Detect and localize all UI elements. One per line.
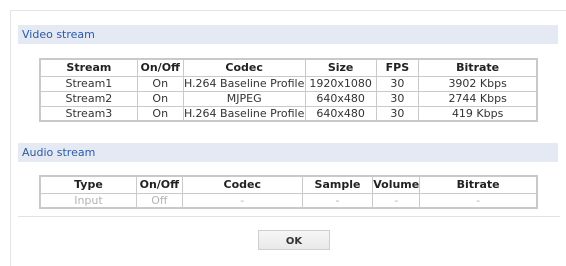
video-stream-header: Video stream: [18, 25, 558, 44]
column-header-volume: Volume: [372, 175, 421, 194]
column-header-type: Type: [39, 175, 137, 194]
cell-volume: -: [372, 192, 421, 208]
table-row: Stream1 On H.264 Baseline Profile 1920x1…: [39, 75, 538, 92]
column-header-fps: FPS: [375, 58, 420, 77]
cell-bitrate: 419 Kbps: [418, 105, 538, 122]
column-header-stream: Stream: [39, 58, 138, 77]
cell-fps: 30: [375, 90, 420, 107]
cell-on-off: On: [136, 90, 184, 107]
column-header-on-off: On/Off: [136, 58, 184, 77]
cell-codec: H.264 Baseline Profile: [182, 105, 306, 122]
audio-stream-table: Type On/Off Codec Sample Volume Bitrate …: [39, 175, 538, 209]
cell-size: 1920x1080: [304, 75, 377, 92]
cell-bitrate: 2744 Kbps: [418, 90, 538, 107]
ok-button[interactable]: OK: [258, 230, 330, 250]
cell-stream: Stream2: [39, 90, 138, 107]
column-header-sample: Sample: [301, 175, 374, 194]
column-header-on-off: On/Off: [135, 175, 183, 194]
stream-info-panel: [10, 10, 566, 266]
table-row: Input Off - - - -: [39, 192, 538, 208]
cell-on-off: On: [136, 75, 184, 92]
cell-codec: MJPEG: [182, 90, 306, 107]
cell-stream: Stream1: [39, 75, 138, 92]
table-row: Stream3 On H.264 Baseline Profile 640x48…: [39, 105, 538, 122]
cell-fps: 30: [375, 105, 420, 122]
cell-bitrate: -: [419, 192, 538, 208]
cell-sample: -: [301, 192, 374, 208]
audio-stream-header: Audio stream: [18, 143, 558, 162]
cell-size: 640x480: [304, 90, 377, 107]
cell-on-off: Off: [135, 192, 183, 208]
cell-codec: H.264 Baseline Profile: [182, 75, 306, 92]
column-header-bitrate: Bitrate: [418, 58, 538, 77]
table-header-row: Stream On/Off Codec Size FPS Bitrate: [39, 58, 538, 77]
cell-type: Input: [39, 192, 137, 208]
table-row: Stream2 On MJPEG 640x480 30 2744 Kbps: [39, 90, 538, 107]
cell-on-off: On: [136, 105, 184, 122]
cell-fps: 30: [375, 75, 420, 92]
video-stream-table: Stream On/Off Codec Size FPS Bitrate Str…: [39, 58, 538, 122]
column-header-size: Size: [304, 58, 377, 77]
column-header-codec: Codec: [182, 58, 306, 77]
cell-codec: -: [181, 192, 303, 208]
cell-size: 640x480: [304, 105, 377, 122]
cell-bitrate: 3902 Kbps: [418, 75, 538, 92]
column-header-bitrate: Bitrate: [419, 175, 538, 194]
column-header-codec: Codec: [181, 175, 303, 194]
footer-divider: [18, 216, 560, 217]
cell-stream: Stream3: [39, 105, 138, 122]
table-header-row: Type On/Off Codec Sample Volume Bitrate: [39, 175, 538, 194]
